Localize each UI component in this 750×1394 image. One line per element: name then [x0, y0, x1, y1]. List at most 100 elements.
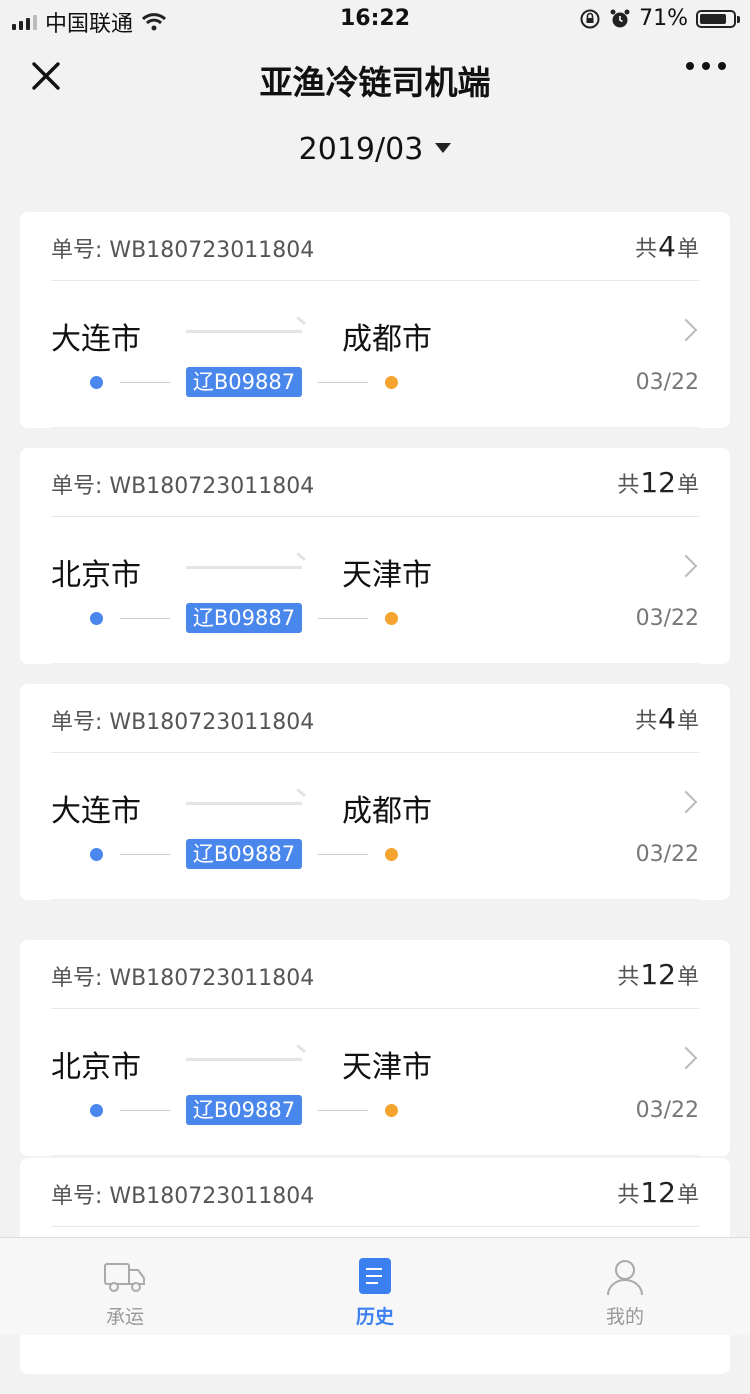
order-card[interactable]: 单号: WB180723011804 共12单 北京市 天津市 辽B09887 …	[20, 940, 730, 1156]
route-line	[318, 382, 368, 383]
order-number: 单号: WB180723011804	[51, 468, 314, 500]
caret-down-icon	[435, 142, 452, 153]
destination-city: 天津市	[342, 558, 432, 593]
route-line	[120, 1110, 170, 1111]
divider	[51, 899, 699, 900]
route-line	[120, 854, 170, 855]
tab-mine[interactable]: 我的	[500, 1238, 750, 1335]
order-card[interactable]: 单号: WB180723011804 共4单 大连市 成都市 辽B09887 0…	[20, 684, 730, 900]
order-date: 03/22	[635, 842, 699, 867]
tab-history[interactable]: 历史	[250, 1238, 500, 1335]
plate-badge: 辽B09887	[186, 1095, 302, 1125]
count-prefix: 共	[617, 965, 640, 990]
order-number: 单号: WB180723011804	[51, 960, 314, 992]
month-label: 2019/03	[298, 132, 424, 167]
order-no: WB180723011804	[109, 966, 315, 991]
page-title: 亚渔冷链司机端	[259, 63, 491, 102]
rotation-lock-icon	[580, 9, 600, 28]
order-number: 单号: WB180723011804	[51, 232, 314, 264]
destination-dot-icon	[385, 612, 398, 625]
divider	[51, 1155, 699, 1156]
count-prefix: 共	[617, 1183, 640, 1208]
chevron-right-icon	[674, 318, 698, 342]
nav-bar: 亚渔冷链司机端	[0, 40, 750, 120]
order-label: 单号:	[51, 474, 103, 499]
origin-city: 大连市	[51, 322, 141, 357]
order-count: 共12单	[617, 1176, 699, 1209]
count-suffix: 单	[676, 1183, 699, 1208]
count-prefix: 共	[635, 237, 658, 262]
origin-dot-icon	[90, 1104, 103, 1117]
route-arrow-icon	[186, 1058, 302, 1061]
more-icon[interactable]	[686, 62, 726, 70]
order-count: 共4单	[635, 702, 699, 735]
plate-badge: 辽B09887	[186, 839, 302, 869]
tab-label: 历史	[355, 1306, 394, 1328]
count-prefix: 共	[617, 473, 640, 498]
count-value: 4	[658, 230, 676, 263]
tab-label: 我的	[605, 1306, 644, 1328]
plate-badge: 辽B09887	[186, 367, 302, 397]
count-value: 12	[640, 958, 676, 991]
destination-city: 成都市	[342, 794, 432, 829]
count-suffix: 单	[676, 237, 699, 262]
route-line	[120, 382, 170, 383]
tab-label: 承运	[105, 1306, 144, 1328]
route-line	[318, 1110, 368, 1111]
order-header: 单号: WB180723011804 共12单	[51, 448, 699, 517]
divider	[51, 663, 699, 664]
order-card[interactable]: 单号: WB180723011804 共4单 大连市 成都市 辽B09887 0…	[20, 212, 730, 428]
origin-dot-icon	[90, 848, 103, 861]
order-count: 共4单	[635, 230, 699, 263]
chevron-right-icon	[674, 790, 698, 814]
route-arrow-icon	[186, 802, 302, 805]
destination-dot-icon	[385, 376, 398, 389]
battery-icon	[696, 9, 740, 28]
order-no: WB180723011804	[109, 710, 315, 735]
order-count: 共12单	[617, 466, 699, 499]
count-value: 12	[640, 1176, 676, 1209]
route-arrow-icon	[186, 330, 302, 333]
battery-percent: 71%	[639, 6, 688, 31]
destination-dot-icon	[385, 1104, 398, 1117]
month-selector[interactable]: 2019/03	[0, 132, 750, 167]
count-suffix: 单	[676, 965, 699, 990]
route-arrow-icon	[186, 566, 302, 569]
origin-dot-icon	[90, 612, 103, 625]
count-suffix: 单	[676, 709, 699, 734]
document-icon	[359, 1258, 391, 1294]
destination-city: 成都市	[342, 322, 432, 357]
status-right: 71%	[579, 6, 740, 31]
order-count: 共12单	[617, 958, 699, 991]
order-label: 单号:	[51, 966, 103, 991]
order-date: 03/22	[635, 370, 699, 395]
order-no: WB180723011804	[109, 1184, 315, 1209]
origin-city: 大连市	[51, 794, 141, 829]
destination-city: 天津市	[342, 1050, 432, 1085]
destination-dot-icon	[385, 848, 398, 861]
origin-city: 北京市	[51, 558, 141, 593]
alarm-icon	[610, 9, 630, 27]
route-line	[318, 618, 368, 619]
status-bar: 中国联通 16:22 71%	[0, 0, 750, 40]
count-value: 4	[658, 702, 676, 735]
order-no: WB180723011804	[109, 474, 315, 499]
count-value: 12	[640, 466, 676, 499]
order-number: 单号: WB180723011804	[51, 704, 314, 736]
order-label: 单号:	[51, 238, 103, 263]
chevron-right-icon	[674, 1046, 698, 1070]
truck-icon	[104, 1263, 145, 1292]
order-list: 单号: WB180723011804 共4单 大连市 成都市 辽B09887 0…	[20, 212, 730, 1394]
route-line	[318, 854, 368, 855]
order-label: 单号:	[51, 1184, 103, 1209]
plate-badge: 辽B09887	[186, 603, 302, 633]
tab-bar: 承运 历史 我的	[0, 1237, 750, 1335]
order-date: 03/22	[635, 606, 699, 631]
count-suffix: 单	[676, 473, 699, 498]
origin-city: 北京市	[51, 1050, 141, 1085]
order-date: 03/22	[635, 1098, 699, 1123]
tab-carrier[interactable]: 承运	[0, 1238, 250, 1335]
order-no: WB180723011804	[109, 238, 315, 263]
order-number: 单号: WB180723011804	[51, 1178, 314, 1210]
order-card[interactable]: 单号: WB180723011804 共12单 北京市 天津市 辽B09887 …	[20, 448, 730, 664]
